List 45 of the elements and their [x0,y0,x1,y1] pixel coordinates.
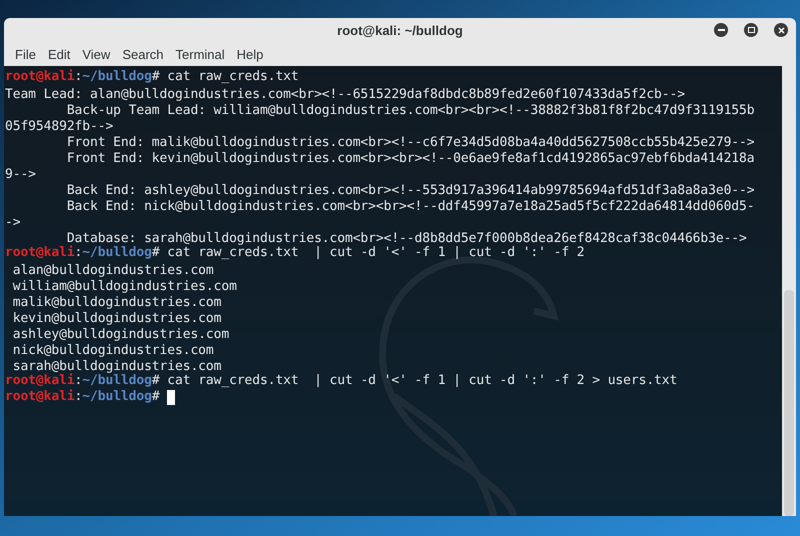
output-line: -> [5,214,20,229]
output-line: Team Lead: alan@bulldogindustries.com<br><!--6515229daf8dbdc8b89fed2e60f107433da5f2cb--> [5,86,685,101]
menu-item[interactable]: Search [117,44,169,64]
text-cursor [167,390,176,404]
prompt-separator: : [74,388,82,406]
prompt-user: root@kali [5,373,75,389]
menu-item[interactable]: View [77,44,116,64]
prompt-separator: : [74,373,82,390]
prompt-user: root@kali [5,68,75,86]
output-line: 05f954892fb--> [5,118,114,133]
prompt-path: ~/bulldog [82,245,152,262]
menu-item[interactable]: Terminal [170,44,230,64]
prompt-path: ~/bulldog [82,68,152,86]
prompt-path: ~/bulldog [82,388,152,406]
minimize-button[interactable] [714,23,728,37]
prompt-path: ~/bulldog [82,373,152,390]
close-icon [778,26,784,34]
close-button[interactable] [774,23,788,37]
prompt-user: root@kali [5,388,75,406]
maximize-button[interactable] [744,23,758,37]
prompt-user: root@kali [5,244,75,262]
output-line: sarah@bulldogindustries.com [12,358,222,373]
menu-item[interactable]: Edit [42,44,76,64]
output-line: ashley@bulldogindustries.com [12,326,230,341]
output-line: Back End: ashley@bulldogindustries.com<br><!--553d917a396414ab99785694afd51df3a8a8a3e0--> [66,182,754,197]
prompt-separator: : [74,244,82,262]
window-title: root@kali: ~/bulldog [337,22,463,40]
output-line: kevin@bulldogindustries.com [12,310,222,325]
output-line: nick@bulldogindustries.com [12,342,214,357]
prompt-separator: : [74,68,82,86]
output-line: Back-up Team Lead: william@bulldogindustries.com<br><br><!--38882f3b81f8f2bc47d9f3119155b [66,102,754,117]
output-line: Front End: kevin@bulldogindustries.com<br><br><!--0e6ae9fe8af1cd4192865ac97ebf6bda414218a [66,150,754,165]
menu-item[interactable]: File [10,44,41,64]
command-text: # cat raw_creds.txt [152,68,299,86]
menu-item[interactable]: Help [232,44,268,64]
output-line: william@bulldogindustries.com [12,278,237,293]
command-text: # cat raw_creds.txt | cut -d '<' -f 1 | cut -d ':' -f 2 [152,245,585,262]
output-line: Back End: nick@bulldogindustries.com<br><br><!--ddf45997a7e18a25ad5f5cf222da64814dd060d5- [66,198,754,213]
output-line: Database: sarah@bulldogindustries.com<br><!--d8b8dd5e7f000b8dea26ef8428caf38c04466b3e--> [66,230,747,245]
output-line: malik@bulldogindustries.com [12,294,222,309]
command-text: # [152,388,161,406]
output-line: Front End: malik@bulldogindustries.com<br><!--c6f7e34d5d08ba4a40dd5627508ccb55b425e279--> [66,134,754,149]
command-text: # cat raw_creds.txt | cut -d '<' -f 1 | cut -d ':' -f 2 > users.txt [152,373,678,390]
output-line: 9--> [5,166,36,181]
output-line: alan@bulldogindustries.com [12,262,214,277]
